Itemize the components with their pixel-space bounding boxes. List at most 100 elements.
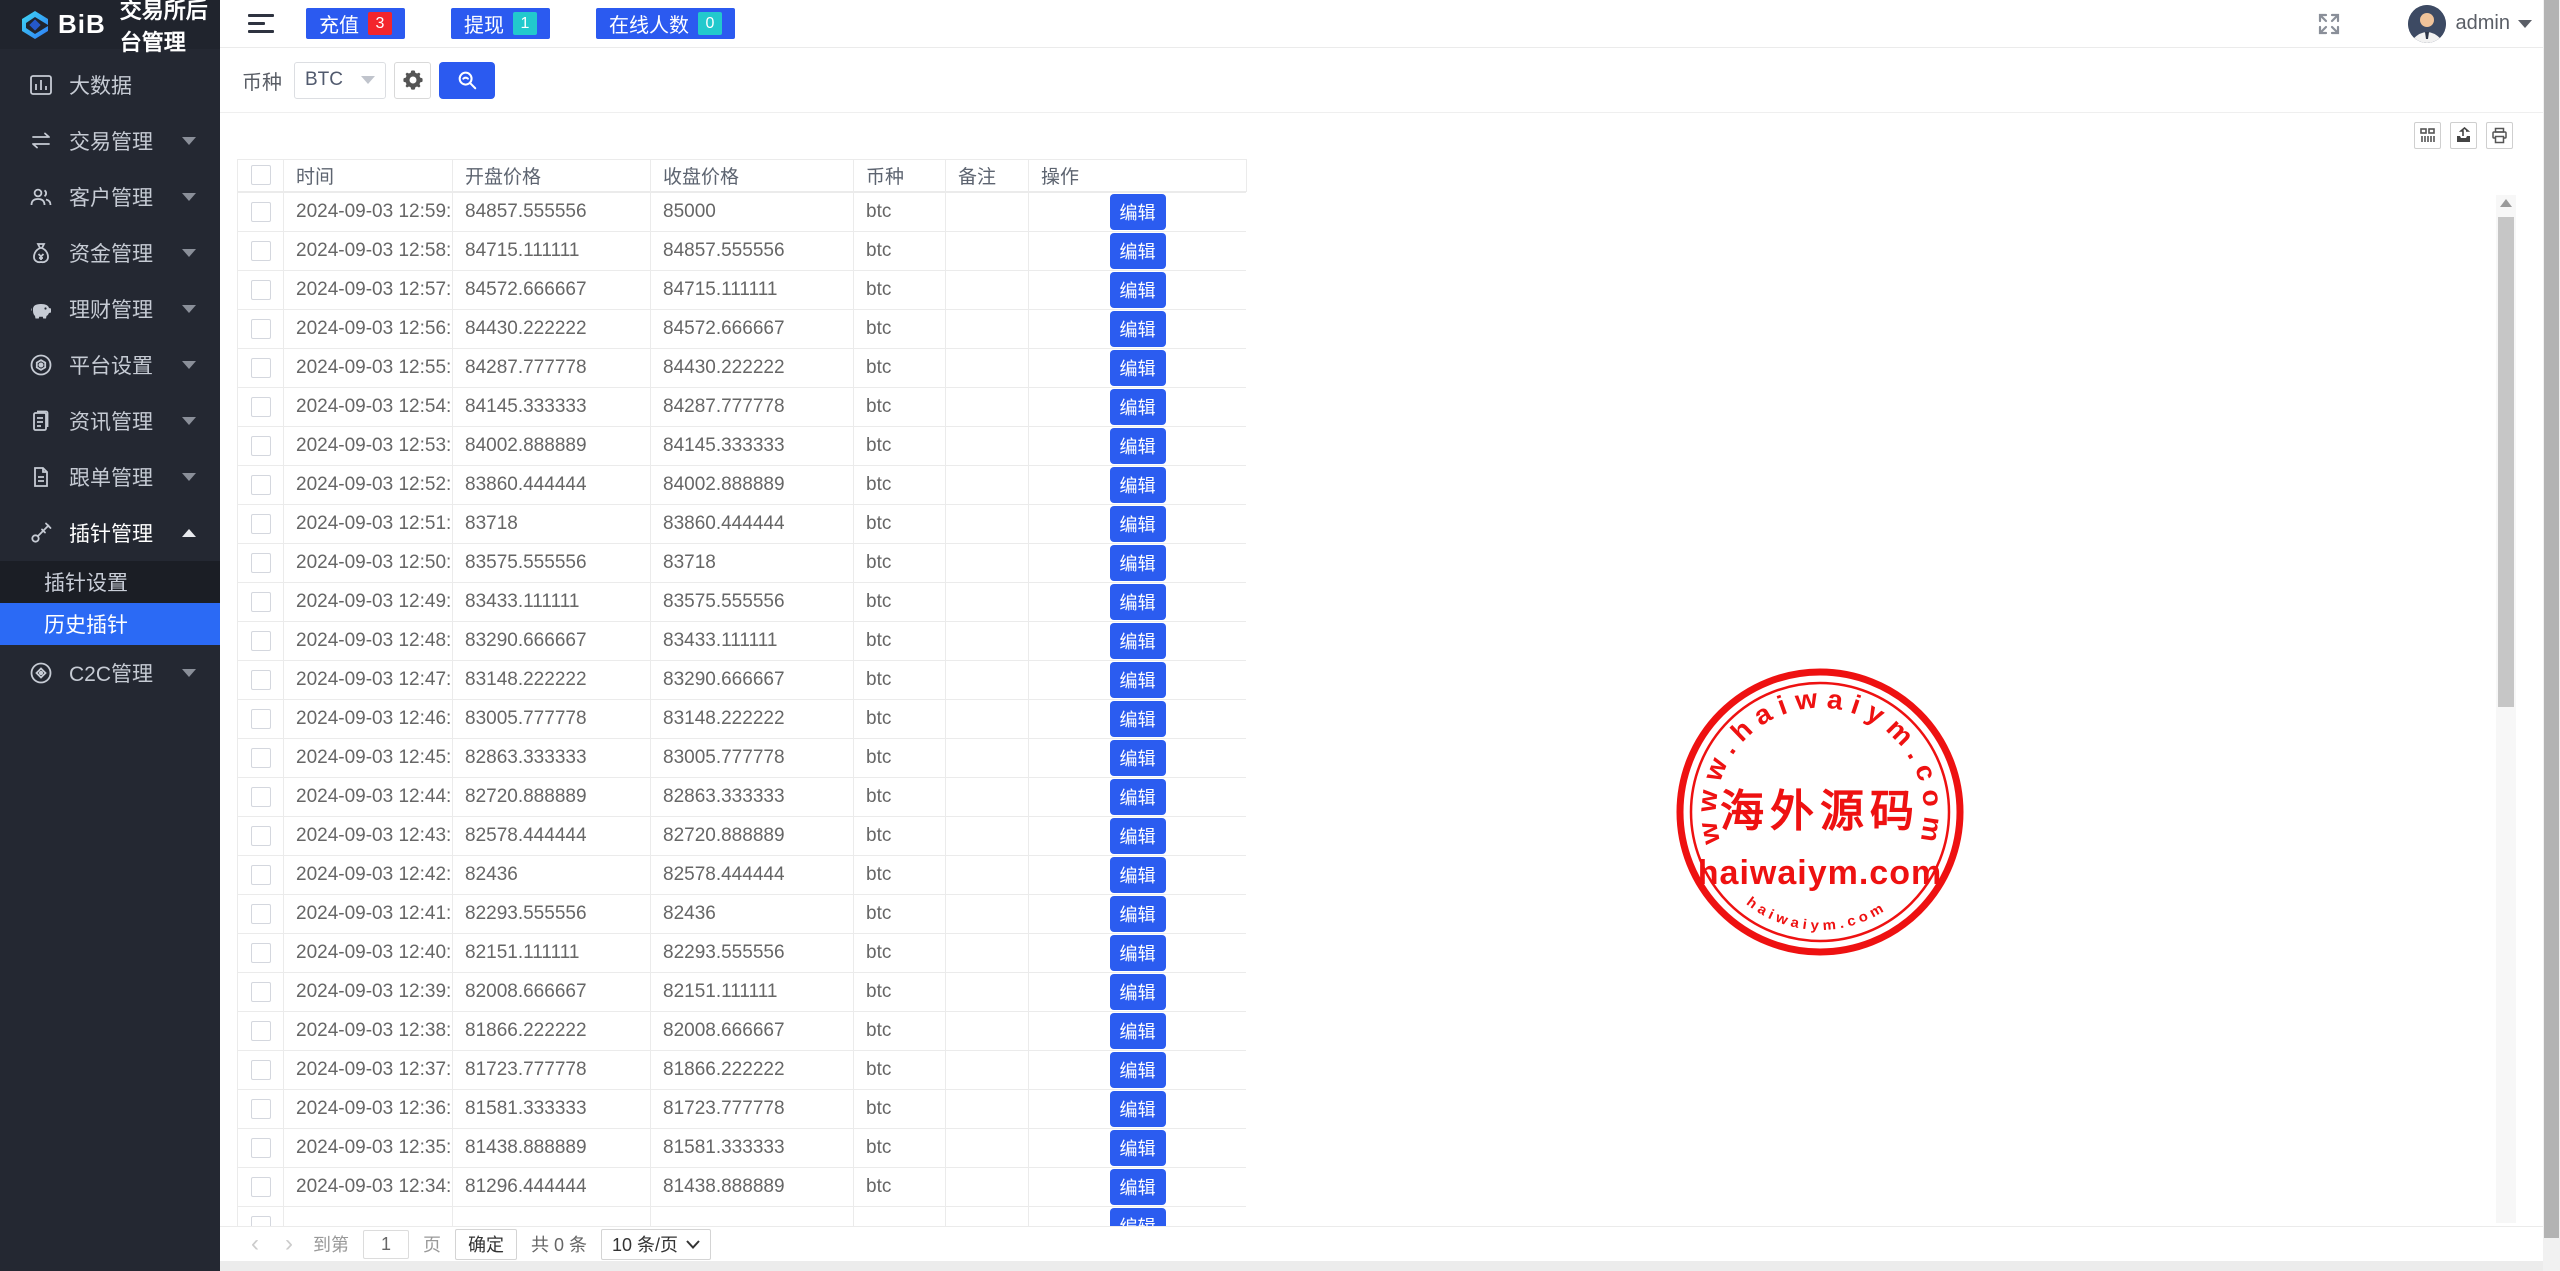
edit-button[interactable]: 编辑 xyxy=(1110,740,1166,776)
edit-button[interactable]: 编辑 xyxy=(1110,935,1166,971)
page-size-select[interactable]: 10 条/页 xyxy=(601,1229,711,1260)
edit-button[interactable]: 编辑 xyxy=(1110,584,1166,620)
table-row: 2024-09-03 12:52:0083860.44444484002.888… xyxy=(238,466,1247,505)
page-size-value: 10 条/页 xyxy=(612,1231,678,1257)
edit-button[interactable]: 编辑 xyxy=(1110,467,1166,503)
edit-button[interactable]: 编辑 xyxy=(1110,818,1166,854)
edit-button[interactable]: 编辑 xyxy=(1110,662,1166,698)
row-checkbox[interactable] xyxy=(251,904,271,924)
next-page-button[interactable]: › xyxy=(279,1232,299,1256)
edit-button[interactable]: 编辑 xyxy=(1110,1169,1166,1205)
edit-button[interactable]: 编辑 xyxy=(1110,545,1166,581)
edit-button[interactable]: 编辑 xyxy=(1110,623,1166,659)
cell-currency: btc xyxy=(854,1129,946,1168)
cell-close: 84002.888889 xyxy=(651,466,854,505)
row-checkbox[interactable] xyxy=(251,358,271,378)
row-checkbox[interactable] xyxy=(251,202,271,222)
row-checkbox[interactable] xyxy=(251,475,271,495)
sidebar-item-news[interactable]: 资讯管理 xyxy=(0,393,220,449)
sidebar-item-pin[interactable]: 插针管理 xyxy=(0,505,220,561)
edit-button[interactable]: 编辑 xyxy=(1110,1130,1166,1166)
edit-button[interactable]: 编辑 xyxy=(1110,1013,1166,1049)
sidebar-item-platform[interactable]: 平台设置 xyxy=(0,337,220,393)
edit-button[interactable]: 编辑 xyxy=(1110,506,1166,542)
row-checkbox[interactable] xyxy=(251,982,271,1002)
sidebar-item-follow[interactable]: 跟单管理 xyxy=(0,449,220,505)
row-checkbox[interactable] xyxy=(251,280,271,300)
edit-button[interactable]: 编辑 xyxy=(1110,1052,1166,1088)
menu-collapse-icon[interactable] xyxy=(248,14,274,33)
print-button[interactable] xyxy=(2486,122,2513,149)
sidebar-item-funds[interactable]: 资金管理 xyxy=(0,225,220,281)
sidebar-item-trade[interactable]: 交易管理 xyxy=(0,113,220,169)
fullscreen-icon[interactable] xyxy=(2316,11,2342,37)
edit-button[interactable]: 编辑 xyxy=(1110,779,1166,815)
edit-button[interactable]: 编辑 xyxy=(1110,194,1166,230)
edit-button[interactable]: 编辑 xyxy=(1110,311,1166,347)
topbar-recharge-button[interactable]: 充值3 xyxy=(306,8,405,39)
export-icon xyxy=(2455,127,2472,144)
edit-button[interactable]: 编辑 xyxy=(1110,701,1166,737)
search-button[interactable] xyxy=(439,62,495,99)
row-checkbox[interactable] xyxy=(251,865,271,885)
row-checkbox[interactable] xyxy=(251,1177,271,1197)
row-checkbox[interactable] xyxy=(251,943,271,963)
row-checkbox[interactable] xyxy=(251,436,271,456)
edit-button[interactable]: 编辑 xyxy=(1110,974,1166,1010)
row-checkbox[interactable] xyxy=(251,319,271,339)
scrollbar-up-arrow[interactable] xyxy=(2500,199,2512,207)
edit-button[interactable]: 编辑 xyxy=(1110,272,1166,308)
edit-button[interactable]: 编辑 xyxy=(1110,389,1166,425)
sidebar-item-c2c[interactable]: C2C管理 xyxy=(0,645,220,701)
confirm-page-button[interactable]: 确定 xyxy=(455,1229,517,1260)
row-checkbox[interactable] xyxy=(251,709,271,729)
sidebar-subitem-pin-settings[interactable]: 插针设置 xyxy=(0,561,220,603)
row-checkbox[interactable] xyxy=(251,1138,271,1158)
select-all-checkbox[interactable] xyxy=(251,165,271,185)
cell-time: 2024-09-03 12:38:00 xyxy=(284,1012,453,1051)
topbar-online-users-button[interactable]: 在线人数0 xyxy=(596,8,735,39)
edit-button[interactable]: 编辑 xyxy=(1110,428,1166,464)
page-scrollbar-thumb[interactable] xyxy=(2544,0,2559,1238)
sidebar-item-customer[interactable]: 客户管理 xyxy=(0,169,220,225)
sidebar-item-wealth[interactable]: 理财管理 xyxy=(0,281,220,337)
sidebar-item-bigdata[interactable]: 大数据 xyxy=(0,57,220,113)
row-checkbox[interactable] xyxy=(251,1099,271,1119)
currency-select[interactable]: BTC xyxy=(294,62,386,99)
edit-button[interactable]: 编辑 xyxy=(1110,350,1166,386)
export-button[interactable] xyxy=(2450,122,2477,149)
topbar-withdraw-button[interactable]: 提现1 xyxy=(451,8,550,39)
cell-note xyxy=(946,1129,1029,1168)
edit-button[interactable]: 编辑 xyxy=(1110,1208,1166,1226)
row-checkbox[interactable] xyxy=(251,670,271,690)
row-checkbox[interactable] xyxy=(251,1021,271,1041)
page-scrollbar[interactable] xyxy=(2543,0,2560,1271)
cell-open: 81866.222222 xyxy=(453,1012,651,1051)
edit-button[interactable]: 编辑 xyxy=(1110,896,1166,932)
row-checkbox[interactable] xyxy=(251,787,271,807)
settings-gear-button[interactable] xyxy=(394,62,431,99)
row-checkbox[interactable] xyxy=(251,748,271,768)
edit-button[interactable]: 编辑 xyxy=(1110,233,1166,269)
user-menu[interactable]: admin xyxy=(2408,5,2532,43)
sidebar-subitem-pin-history[interactable]: 历史插针 xyxy=(0,603,220,645)
row-checkbox[interactable] xyxy=(251,592,271,612)
row-checkbox[interactable] xyxy=(251,553,271,573)
row-checkbox[interactable] xyxy=(251,826,271,846)
table-vertical-scrollbar[interactable] xyxy=(2496,195,2516,1223)
edit-button[interactable]: 编辑 xyxy=(1110,1091,1166,1127)
edit-button[interactable]: 编辑 xyxy=(1110,857,1166,893)
row-checkbox[interactable] xyxy=(251,397,271,417)
row-checkbox[interactable] xyxy=(251,631,271,651)
page-number-input[interactable] xyxy=(363,1230,409,1259)
sidebar-item-label: 插针管理 xyxy=(69,518,153,548)
cell-currency: btc xyxy=(854,622,946,661)
row-checkbox[interactable] xyxy=(251,241,271,261)
columns-filter-button[interactable] xyxy=(2414,122,2441,149)
row-checkbox[interactable] xyxy=(251,1216,271,1226)
prev-page-button[interactable]: ‹ xyxy=(245,1232,265,1256)
row-checkbox[interactable] xyxy=(251,514,271,534)
scrollbar-thumb[interactable] xyxy=(2498,217,2514,707)
cell-note xyxy=(946,934,1029,973)
row-checkbox[interactable] xyxy=(251,1060,271,1080)
